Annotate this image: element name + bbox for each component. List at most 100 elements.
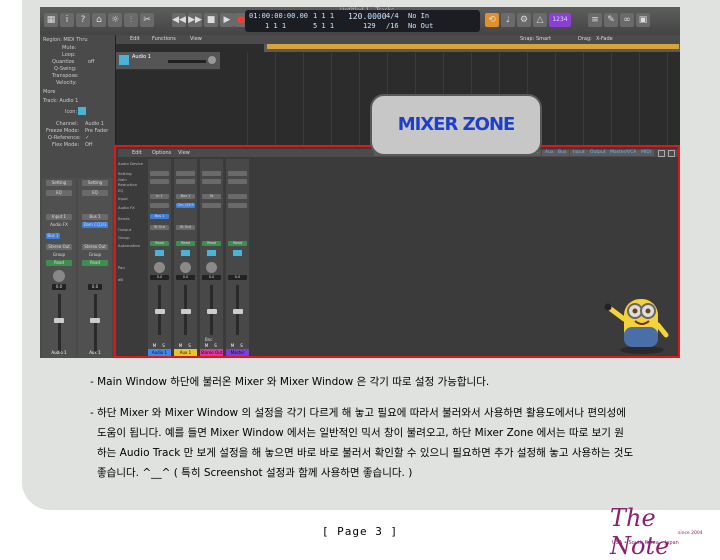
quantize-label: Quantize xyxy=(52,59,75,65)
output-button[interactable]: Stereo Out xyxy=(46,244,72,250)
lcd-out: No Out xyxy=(408,22,434,30)
play-icon[interactable]: ▶ xyxy=(220,13,234,27)
automation-button[interactable]: Read xyxy=(82,260,108,266)
solo-icon[interactable]: ⚙ xyxy=(517,13,531,27)
the-note-logo: The Note since 2004 USA • South Korea • … xyxy=(608,502,714,560)
snap-value[interactable]: Smart xyxy=(536,36,551,42)
highlight-frame xyxy=(114,145,680,358)
waveform-icon xyxy=(119,55,129,65)
eq-button[interactable]: EQ xyxy=(46,190,72,196)
cycle-region[interactable] xyxy=(267,44,679,49)
channel-label: Channel: xyxy=(56,121,79,127)
editors-icon[interactable]: ✂ xyxy=(140,13,154,27)
q-reference-label: Q-Reference: xyxy=(48,135,81,141)
flex-value[interactable]: Off xyxy=(85,142,92,148)
edit-menu[interactable]: Edit xyxy=(130,36,140,42)
note-line-5: 좋습니다. ^__^ ( 특히 Screenshot 설정과 함께 사용하면 좋… xyxy=(97,467,413,479)
metronome-icon[interactable]: △ xyxy=(533,13,547,27)
group-label: Group xyxy=(88,252,102,257)
lcd-signature: 4/4 xyxy=(386,12,399,20)
inspector-strip-aux: Setting EQ Bus 1 Dom CQ3/3 Stereo Out Gr… xyxy=(78,178,112,358)
input-button[interactable]: Input 1 xyxy=(46,214,72,220)
tracks-menu-bar: Edit Functions View Snap: Smart Drag: X-… xyxy=(116,35,680,44)
group-label: Group xyxy=(52,252,66,257)
inspector: Region: MIDI Thru Mute: Loop: Quantize o… xyxy=(40,35,116,358)
setting-button[interactable]: Setting xyxy=(82,180,108,186)
more-header[interactable]: More xyxy=(43,89,55,95)
automation-button[interactable]: Read xyxy=(46,260,72,266)
pan-knob[interactable] xyxy=(53,270,65,282)
track-pan-knob[interactable] xyxy=(208,56,216,64)
channel-value[interactable]: Audio 1 xyxy=(85,121,104,127)
mixer-icon[interactable]: ⫶ xyxy=(124,13,138,27)
drag-value[interactable]: X-Fade xyxy=(596,36,613,42)
logic-screenshot: ▦ i ? ⌂ ☼ ⫶ ✂ ◀◀ ▶▶ ■ ▶ ● Untitled 1 - T… xyxy=(40,7,680,358)
setting-button[interactable]: Setting xyxy=(46,180,72,186)
lcd-sub-left: 1 1 1 xyxy=(265,22,287,30)
loop-label: Loop: xyxy=(62,52,76,58)
fader-knob[interactable] xyxy=(90,318,100,323)
output-button[interactable]: Stereo Out xyxy=(82,244,108,250)
functions-menu[interactable]: Functions xyxy=(152,36,176,42)
transpose-label: Transpose: xyxy=(52,73,79,79)
send-button[interactable]: Bus 1 xyxy=(46,233,60,239)
browser-icon[interactable]: ▣ xyxy=(636,13,650,27)
tuner-icon[interactable]: ♩ xyxy=(501,13,515,27)
forward-icon[interactable]: ▶▶ xyxy=(188,13,202,27)
lcd-time: 01:00:00:00.00 xyxy=(249,12,309,20)
list-editors-icon[interactable]: ≡ xyxy=(588,13,602,27)
stop-icon[interactable]: ■ xyxy=(204,13,218,27)
icon-label: Icon: xyxy=(65,109,78,115)
volume-fader[interactable] xyxy=(94,294,97,354)
rewind-icon[interactable]: ◀◀ xyxy=(172,13,186,27)
audio-fx-label: Audio FX xyxy=(50,222,68,227)
library-icon[interactable]: ▦ xyxy=(44,13,58,27)
smart-controls-icon[interactable]: ☼ xyxy=(108,13,122,27)
notepad-icon[interactable]: ✎ xyxy=(604,13,618,27)
eq-button[interactable]: EQ xyxy=(82,190,108,196)
mixer-zone-label: MIXER ZONE xyxy=(370,94,542,156)
cycle-icon[interactable]: ⟲ xyxy=(485,13,499,27)
control-bar: ▦ i ? ⌂ ☼ ⫶ ✂ ◀◀ ▶▶ ■ ▶ ● Untitled 1 - T… xyxy=(40,7,680,35)
flex-label: Flex Mode: xyxy=(52,142,80,148)
bar-ruler[interactable] xyxy=(264,44,680,52)
help-icon[interactable]: ? xyxy=(76,13,90,27)
input-button[interactable]: Bus 1 xyxy=(82,214,108,220)
track-volume-slider[interactable] xyxy=(168,60,206,63)
strip-name: Aux 1 xyxy=(89,350,101,355)
track-name[interactable]: Audio 1 xyxy=(132,54,151,60)
info-icon[interactable]: i xyxy=(60,13,74,27)
q-reference-check[interactable]: ✓ xyxy=(85,135,89,141)
lcd-in: No In xyxy=(408,12,430,20)
note-line-2: - 하단 Mixer 와 Mixer Window 의 설정을 각기 다르게 해… xyxy=(90,407,626,419)
mute-label: Mute: xyxy=(62,45,77,51)
audio-fx-button[interactable]: Dom CQ3/3 xyxy=(82,222,108,228)
view-menu[interactable]: View xyxy=(190,36,202,42)
lcd-bar-bottom: 5 1 1 xyxy=(313,22,335,30)
inspector-strip-audio: Setting EQ Input 1 Audio FX Bus 1 Stereo… xyxy=(42,178,76,358)
note-line-4: 하는 Audio Track 만 보게 설정을 해 놓으면 바로 바로 불러서 … xyxy=(97,447,634,459)
lcd-bar-top: 1 1 1 xyxy=(313,12,335,20)
loops-icon[interactable]: ∞ xyxy=(620,13,634,27)
note-line-3: 도움이 됩니다. 예를 들면 Mixer Window 에서는 일반적인 믹서 … xyxy=(97,427,624,439)
waveform-icon[interactable] xyxy=(78,107,86,115)
cpu-badge[interactable]: 1234 xyxy=(549,13,571,27)
fader-knob[interactable] xyxy=(54,318,64,323)
lcd-tempo: 120.0000 xyxy=(348,12,387,21)
strip-name: Audio 1 xyxy=(51,350,67,355)
track-header[interactable]: Track: Audio 1 xyxy=(43,98,78,104)
note-line-1: - Main Window 하단에 불러온 Mixer 와 Mixer Wind… xyxy=(90,376,490,388)
velocity-label: Velocity: xyxy=(56,80,77,86)
region-header[interactable]: Region: MIDI Thru xyxy=(43,37,88,43)
quantize-value[interactable]: off xyxy=(88,59,95,65)
lcd-display[interactable]: 01:00:00:00.00 1 1 1 1 1 1 5 1 1 120.000… xyxy=(245,10,480,32)
logo-since: since 2004 xyxy=(678,531,703,536)
volume-fader[interactable] xyxy=(58,294,61,354)
toolbar-icon[interactable]: ⌂ xyxy=(92,13,106,27)
track-header[interactable]: Audio 1 xyxy=(116,52,220,70)
db-display: 0.0 xyxy=(52,284,66,290)
drag-label: Drag: xyxy=(578,36,592,42)
lcd-tempo-sub: 129 xyxy=(363,22,376,30)
db-display: 0.0 xyxy=(88,284,102,290)
freeze-value[interactable]: Pre Fader xyxy=(85,128,108,134)
